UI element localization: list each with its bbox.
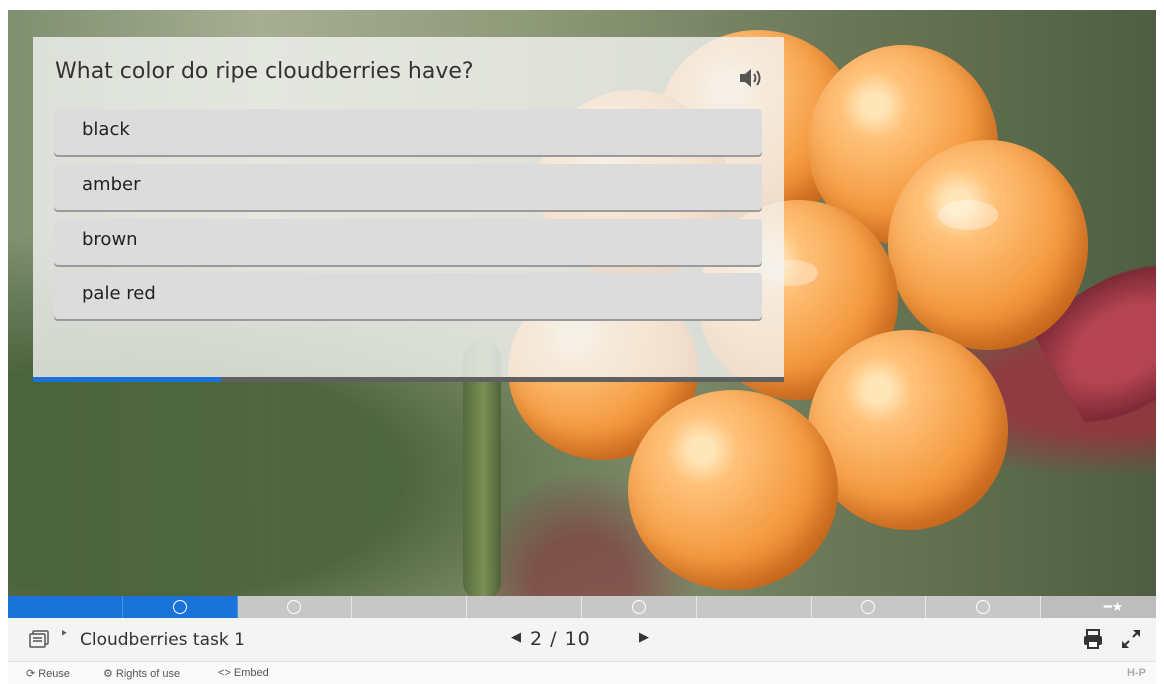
slide-nav-segment-2[interactable] [122, 596, 238, 618]
slide-nav-segment-10[interactable]: ━★ [1041, 596, 1156, 618]
h5p-course-presentation: What color do ripe cloudberries have? bl… [8, 10, 1156, 684]
task-indicator-circle-icon [861, 600, 876, 614]
rights-icon: ⚙ [103, 668, 113, 680]
slide-nav-segment-7[interactable] [697, 596, 812, 618]
task-title: Cloudberries task 1 [80, 630, 245, 650]
reuse-label: Reuse [38, 667, 71, 680]
print-icon[interactable] [1082, 628, 1104, 650]
rights-of-use-link[interactable]: ⚙ Rights of use [103, 667, 181, 681]
slide-nav-segment-9[interactable] [926, 596, 1042, 618]
h5p-logo: H-P [1127, 667, 1146, 679]
slide-nav-segment-4[interactable] [352, 596, 468, 618]
task-indicator-circle-icon [631, 600, 646, 614]
task-indicator-circle-icon [172, 600, 187, 614]
berry-druplet [888, 140, 1088, 350]
reuse-icon: ⟳ [26, 668, 36, 680]
presentation-footer: ‣ Cloudberries task 1 ◀ 2 / 10 ▶ [8, 618, 1156, 662]
berry-highlight [938, 200, 998, 230]
berry-druplet [808, 330, 1008, 530]
slide-nav-segment-3[interactable] [238, 596, 353, 618]
slide-nav-segment-6[interactable] [582, 596, 697, 618]
title-separator: ‣ [60, 626, 69, 642]
page-counter: 2 / 10 [530, 628, 591, 650]
answer-option-1[interactable]: black [54, 109, 762, 155]
question-text: What color do ripe cloudberries have? [55, 59, 474, 84]
slide-nav-segment-8[interactable] [812, 596, 927, 618]
question-progress-bar [33, 377, 784, 382]
rights-label: Rights of use [115, 667, 181, 680]
answer-option-4[interactable]: pale red [54, 273, 762, 319]
answer-option-2[interactable]: amber [54, 164, 762, 210]
embed-label: Embed [233, 667, 269, 679]
task-indicator-circle-icon [976, 600, 991, 614]
summary-star-icon: ━★ [1103, 599, 1124, 615]
task-indicator-circle-icon [287, 600, 302, 614]
slide-background-photo: What color do ripe cloudberries have? bl… [8, 10, 1156, 596]
h5p-actions-bar: ⟳ Reuse ⚙ Rights of use <> Embed H-P [8, 662, 1156, 684]
speaker-icon[interactable] [737, 65, 767, 91]
slide-navigation-bar: ━★ [8, 596, 1156, 618]
answer-option-3[interactable]: brown [54, 219, 762, 265]
question-panel: What color do ripe cloudberries have? bl… [33, 37, 784, 382]
reuse-link[interactable]: ⟳ Reuse [26, 667, 71, 681]
embed-icon: <> [218, 667, 231, 679]
slide-nav-segment-1[interactable] [8, 596, 123, 618]
slide-list-icon[interactable] [28, 630, 50, 650]
berry-druplet [628, 390, 838, 590]
slide-nav-segment-5[interactable] [467, 596, 582, 618]
next-slide-button[interactable]: ▶ [639, 630, 649, 645]
question-progress-fill [33, 377, 221, 382]
previous-slide-button[interactable]: ◀ [511, 630, 521, 645]
fullscreen-icon[interactable] [1120, 628, 1142, 650]
embed-link[interactable]: <> Embed [218, 667, 269, 679]
